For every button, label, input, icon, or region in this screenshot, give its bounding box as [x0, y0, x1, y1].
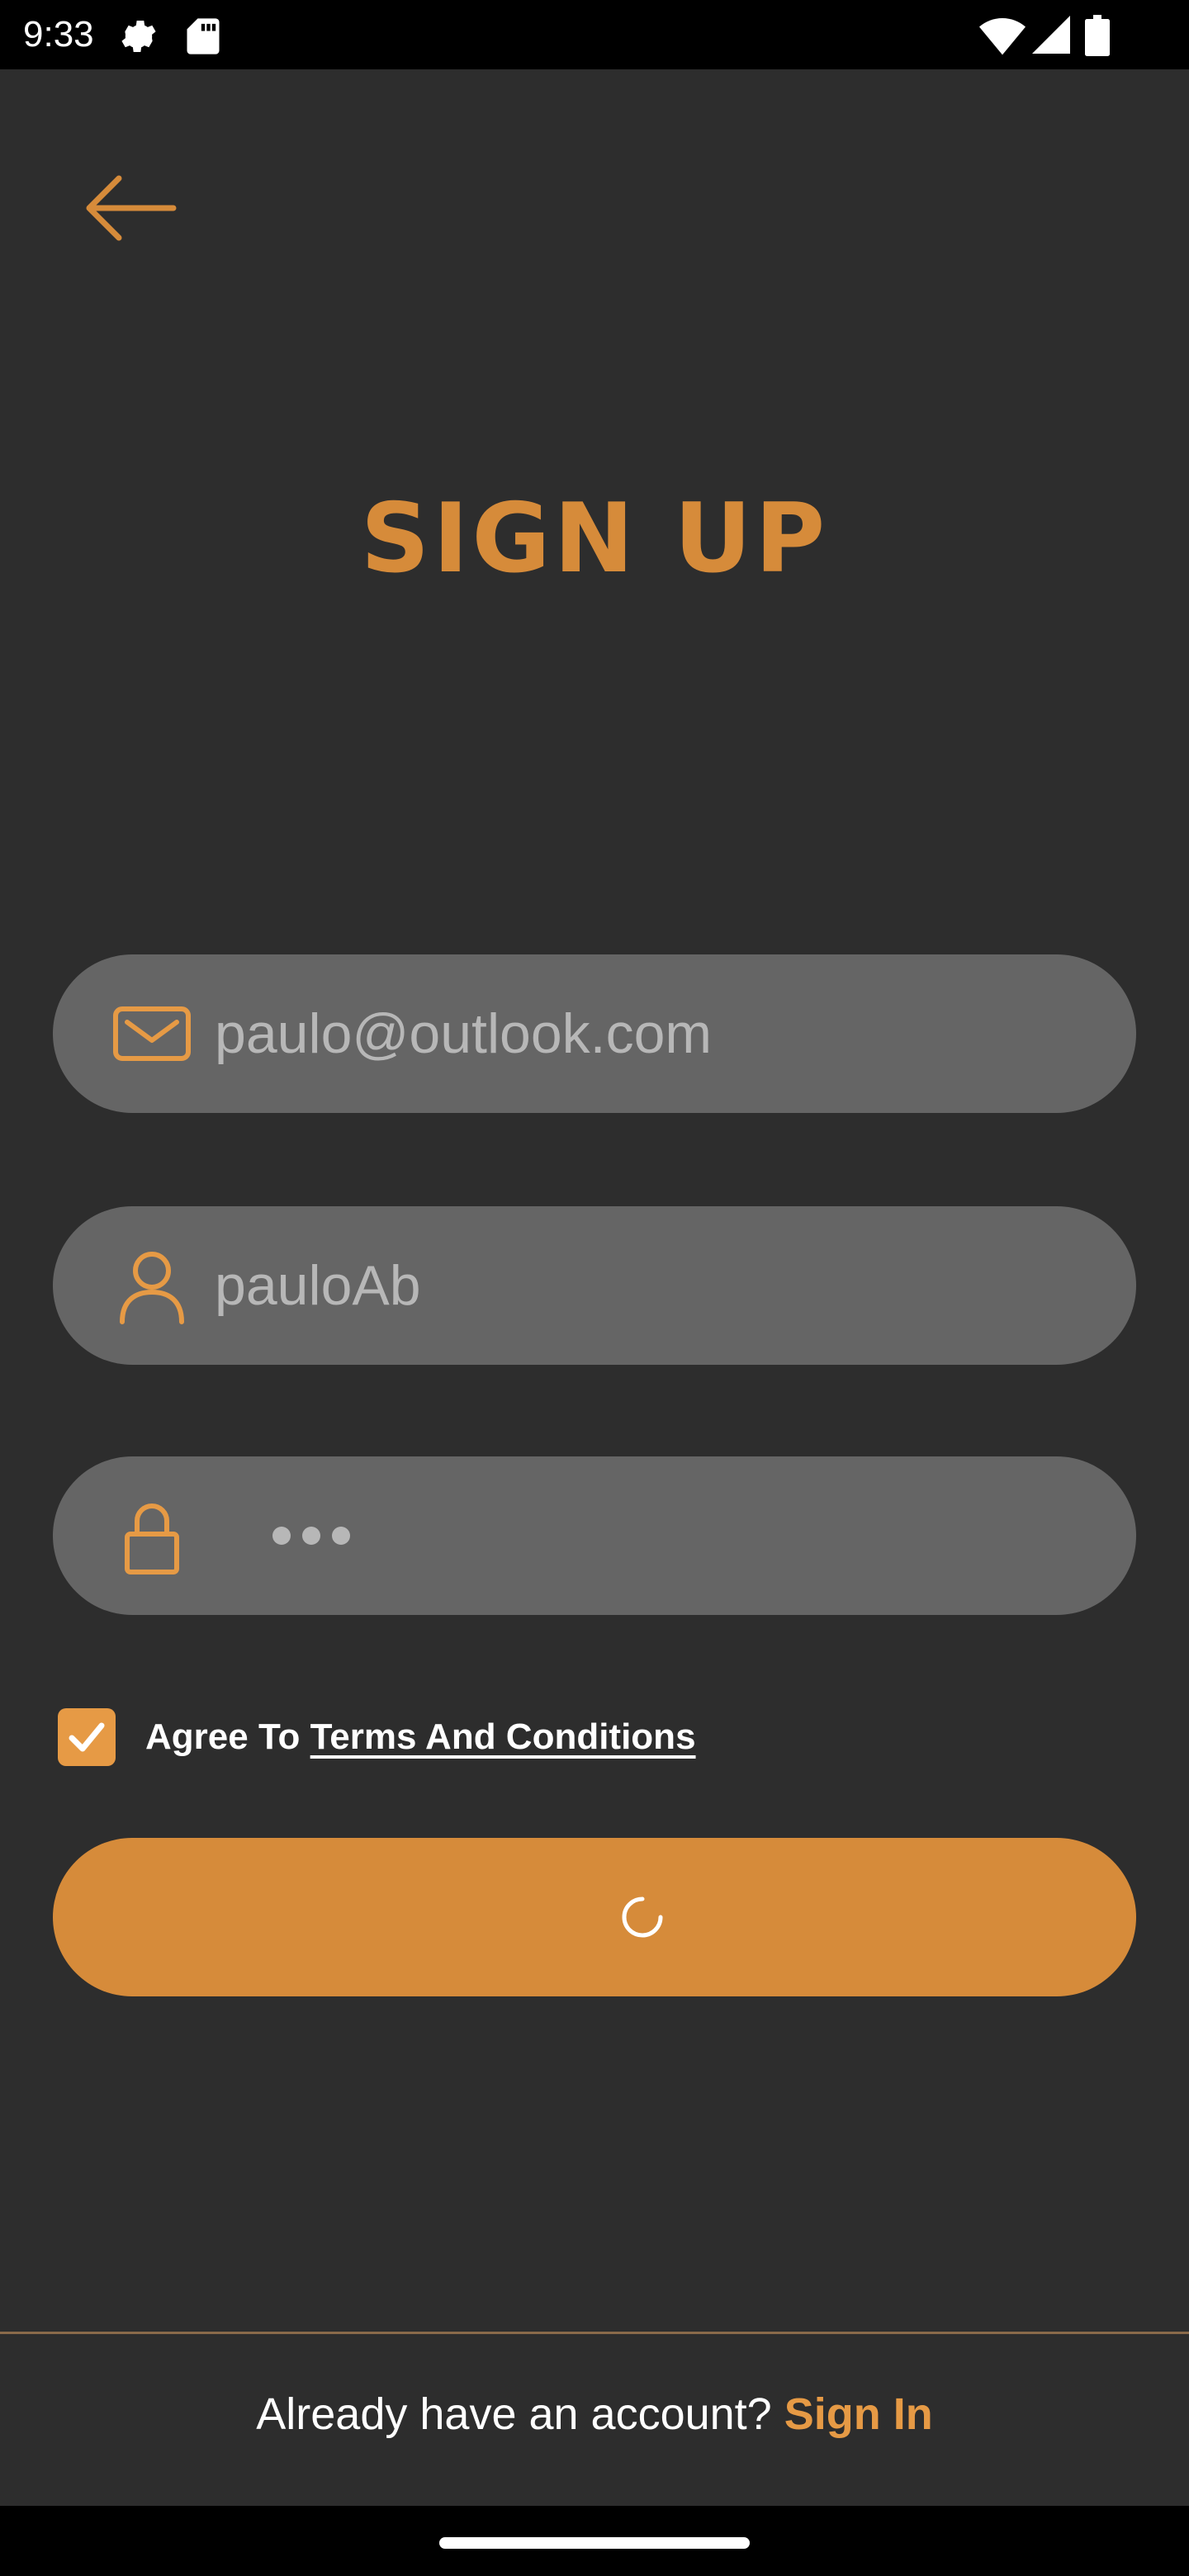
- home-indicator[interactable]: [439, 2537, 750, 2549]
- user-icon: [120, 1252, 184, 1324]
- status-time: 9:33: [23, 14, 94, 54]
- password-mask: [272, 1456, 350, 1615]
- lock-icon: [125, 1503, 179, 1574]
- status-bar: 9:33: [0, 0, 1189, 69]
- sign-in-link[interactable]: Sign In: [784, 2389, 933, 2439]
- battery-icon: [1085, 15, 1110, 56]
- footer: Already have an account? Sign In: [0, 2334, 1189, 2506]
- username-field[interactable]: pauloAb: [53, 1206, 1136, 1365]
- password-dot: [302, 1527, 320, 1545]
- terms-row: Agree To Terms And Conditions: [58, 1707, 696, 1767]
- password-dot: [332, 1527, 350, 1545]
- signal-icon: [1032, 16, 1070, 54]
- email-value: paulo@outlook.com: [215, 1002, 713, 1065]
- password-dot: [272, 1527, 291, 1545]
- username-value: pauloAb: [215, 1254, 421, 1317]
- email-field[interactable]: paulo@outlook.com: [53, 954, 1136, 1113]
- spinner-icon: [622, 1896, 663, 1938]
- terms-prefix: Agree To: [145, 1717, 310, 1757]
- footer-prompt: Already have an account?: [256, 2389, 784, 2439]
- terms-link[interactable]: Terms And Conditions: [310, 1717, 696, 1757]
- password-field[interactable]: [53, 1456, 1136, 1615]
- page-title: SIGN UP: [360, 483, 829, 594]
- settings-icon: [121, 21, 156, 52]
- terms-label: Agree To Terms And Conditions: [145, 1717, 696, 1758]
- check-icon: [69, 1722, 105, 1752]
- signup-screen: 9:33 SIGN UP paulo@outlook.com pauloAb A…: [0, 0, 1189, 2576]
- arrow-left-icon: [86, 175, 177, 241]
- wifi-icon: [979, 18, 1026, 55]
- mail-icon: [113, 1006, 191, 1061]
- navigation-bar: [0, 2506, 1189, 2576]
- terms-checkbox[interactable]: [58, 1708, 116, 1766]
- back-button[interactable]: [76, 165, 183, 251]
- signup-submit-button[interactable]: [53, 1838, 1136, 1996]
- sd-card-icon: [187, 18, 220, 54]
